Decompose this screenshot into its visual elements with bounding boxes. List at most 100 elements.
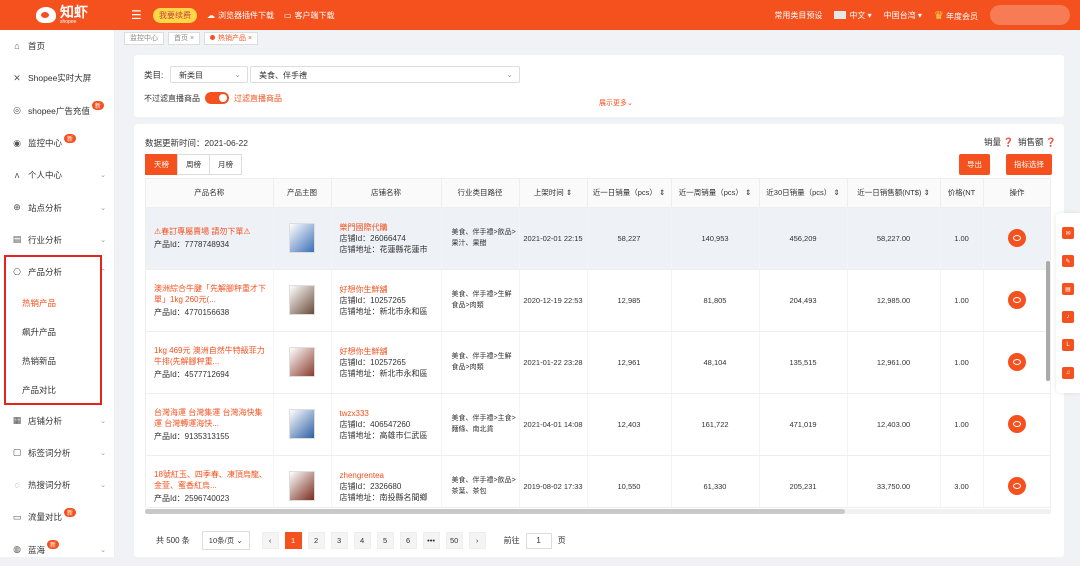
horizontal-scrollbar[interactable] bbox=[145, 509, 1051, 514]
page-unit-label: 页 bbox=[557, 536, 566, 545]
sort-icon[interactable]: ⇕ bbox=[745, 188, 751, 197]
export-button[interactable]: 导出 bbox=[959, 154, 990, 175]
sidebar-item-label: shopee广告充值 bbox=[28, 105, 90, 116]
live-filter-toggle[interactable] bbox=[205, 92, 229, 104]
view-detail-icon[interactable] bbox=[1008, 291, 1026, 309]
language-select[interactable]: 中文 ▾ bbox=[834, 10, 872, 21]
category-type-select[interactable]: 新类目 ⌄ bbox=[170, 66, 248, 83]
shop-name-link[interactable]: 好想你生鮮舖 bbox=[340, 284, 441, 295]
page-button[interactable]: 3 bbox=[330, 532, 348, 549]
chat-icon[interactable]: ✉ bbox=[1062, 227, 1074, 239]
category-value-select[interactable]: 美食、伴手禮 ⌄ bbox=[250, 66, 520, 83]
product-name-link[interactable]: 1kg 469元 澳洲自然牛特級菲力牛排(先解腳秤重... bbox=[154, 345, 269, 367]
menu-toggle-icon[interactable]: ☰ bbox=[131, 8, 145, 22]
sidebar-item-site-analysis[interactable]: ⊕ 站点分析 ⌄ bbox=[0, 191, 114, 223]
sidebar-item-tag-analysis[interactable]: ▢ 标签词分析 ⌄ bbox=[0, 437, 114, 469]
page-size-select[interactable]: 10条/页 ⌄ bbox=[201, 531, 250, 550]
col-listed-time[interactable]: 上架时间 ⇕ bbox=[519, 179, 588, 208]
prev-page-button[interactable]: ‹ bbox=[261, 532, 279, 549]
show-more-link[interactable]: 展示更多⌄ bbox=[599, 98, 633, 108]
col-daily-sales[interactable]: 近一日销量（pcs） ⇕ bbox=[587, 179, 672, 208]
view-detail-icon[interactable] bbox=[1008, 229, 1026, 247]
col-weekly-sales[interactable]: 近一周销量（pcs） ⇕ bbox=[671, 179, 760, 208]
col-price: 价格(NT bbox=[940, 179, 984, 208]
page-button[interactable]: 5 bbox=[376, 532, 394, 549]
page-button[interactable]: 6 bbox=[399, 532, 417, 549]
product-thumbnail[interactable] bbox=[289, 347, 315, 377]
edit-icon[interactable]: ✎ bbox=[1062, 255, 1074, 267]
sidebar-item-industry-analysis[interactable]: ▤ 行业分析 ⌄ bbox=[0, 224, 114, 256]
client-download-link[interactable]: ▭ 客户端下载 bbox=[284, 10, 335, 21]
product-name-link[interactable]: 18號紅玉、四季春、凍頂烏龍、金萱、蜜香紅烏... bbox=[154, 469, 269, 491]
shop-id: 店铺Id：10257265 bbox=[339, 295, 406, 305]
crumb-tab-hot-products[interactable]: 热销产品 × bbox=[204, 31, 259, 45]
sidebar-item-blue-ocean[interactable]: ◍ 蓝海新 ⌄ bbox=[0, 534, 114, 566]
sales-volume-metric[interactable]: 销量 ❓ bbox=[984, 136, 1014, 148]
tab-weekly[interactable]: 周榜 bbox=[177, 154, 210, 175]
col-monthly-sales[interactable]: 近30日销量（pcs） ⇕ bbox=[759, 179, 848, 208]
sort-icon[interactable]: ⇕ bbox=[566, 188, 572, 197]
shop-name-link[interactable]: 好想你生鮮舖 bbox=[340, 346, 441, 357]
table-row[interactable]: 18號紅玉、四季春、凍頂烏龍、金萱、蜜香紅烏... 产品Id：2596740023… bbox=[146, 455, 1050, 507]
user-account[interactable] bbox=[990, 5, 1070, 25]
crumb-tab-home[interactable]: 首页 × bbox=[168, 31, 201, 45]
renew-button[interactable]: 我要续费 bbox=[153, 7, 197, 23]
tab-daily[interactable]: 天榜 bbox=[145, 154, 178, 175]
sidebar-item-personal[interactable]: ʌ 个人中心 ⌄ bbox=[0, 159, 114, 191]
sort-icon[interactable]: ⇕ bbox=[833, 188, 839, 197]
sidebar-item-ad-recharge[interactable]: ◎ shopee广告充值新 bbox=[0, 95, 114, 127]
page-button[interactable]: 1 bbox=[284, 532, 302, 549]
sidebar-item-traffic-compare[interactable]: ▭ 流量对比新 bbox=[0, 501, 114, 533]
bell-icon[interactable]: ♪ bbox=[1062, 311, 1074, 323]
product-thumbnail[interactable] bbox=[289, 285, 315, 315]
shop-name-link[interactable]: zhengrentea bbox=[340, 470, 441, 481]
language-label: 中文 bbox=[849, 10, 866, 20]
monthly-sales-cell: 135,515 bbox=[759, 331, 848, 394]
sidebar-item-home[interactable]: ⌂ 首页 bbox=[0, 30, 114, 62]
page-size-value: 10条/页 bbox=[208, 536, 235, 545]
shop-name-link[interactable]: twzx333 bbox=[340, 408, 441, 419]
sidebar-item-hot-search[interactable]: ◌ 热搜词分析 ⌄ bbox=[0, 469, 114, 501]
region-select[interactable]: 中国台湾 ▾ bbox=[884, 10, 922, 21]
view-detail-icon[interactable] bbox=[1008, 353, 1026, 371]
vertical-scrollbar[interactable] bbox=[1046, 261, 1050, 381]
page-button[interactable]: 2 bbox=[307, 532, 325, 549]
crumb-tab-monitor[interactable]: 监控中心 bbox=[124, 31, 164, 45]
scroll-thumb[interactable] bbox=[145, 509, 845, 514]
line-icon[interactable]: L bbox=[1062, 339, 1074, 351]
sidebar-item-monitor[interactable]: ◉ 监控中心新 bbox=[0, 127, 114, 159]
table-row[interactable]: ⚠春訂專屬賣場 請勿下單⚠ 产品Id：7778748934 樂門國際代購 店铺Id：2… bbox=[146, 207, 1050, 270]
product-name-link[interactable]: 台灣海運 台灣集運 台灣海快集運 台灣轉運海快... bbox=[154, 407, 269, 429]
col-daily-revenue[interactable]: 近一日销售额(NT$) ⇕ bbox=[847, 179, 941, 208]
product-name-link[interactable]: ⚠春訂專屬賣場 請勿下單⚠ bbox=[154, 226, 269, 237]
sort-icon[interactable]: ⇕ bbox=[923, 188, 929, 197]
logo[interactable]: 知虾 shopee bbox=[0, 5, 115, 25]
product-thumbnail[interactable] bbox=[289, 409, 315, 439]
tab-monthly[interactable]: 月榜 bbox=[209, 154, 242, 175]
table-row[interactable]: 澳洲綜合牛腱「先解腳秤重才下單」1kg 260元(... 产品Id：4770156… bbox=[146, 269, 1050, 332]
shop-name-link[interactable]: 樂門國際代購 bbox=[340, 222, 441, 233]
view-detail-icon[interactable] bbox=[1008, 477, 1026, 495]
page-ellipsis[interactable]: ••• bbox=[422, 532, 440, 549]
page-button[interactable]: 4 bbox=[353, 532, 371, 549]
chevron-down-icon: ⌄ bbox=[100, 172, 106, 180]
sales-amount-metric[interactable]: 销售额 ❓ bbox=[1018, 136, 1056, 148]
notification-icon[interactable]: ♫ bbox=[1062, 367, 1074, 379]
sidebar-item-shop-analysis[interactable]: ▦ 店铺分析 ⌄ bbox=[0, 404, 114, 436]
sidebar-item-realtime-screen[interactable]: ✕ Shopee实时大屏 bbox=[0, 62, 114, 94]
message-icon[interactable]: ▤ bbox=[1062, 283, 1074, 295]
table-row[interactable]: 1kg 469元 澳洲自然牛特級菲力牛排(先解腳秤重... 产品Id：457771… bbox=[146, 331, 1050, 394]
sort-icon[interactable]: ⇕ bbox=[659, 188, 665, 197]
indicator-select-button[interactable]: 指标选择 bbox=[1006, 154, 1052, 175]
next-page-button[interactable]: › bbox=[468, 532, 486, 549]
table-row[interactable]: 台灣海運 台灣集運 台灣海快集運 台灣轉運海快... 产品Id：913531315… bbox=[146, 393, 1050, 456]
goto-page-input[interactable]: 1 bbox=[525, 532, 552, 549]
product-thumbnail[interactable] bbox=[289, 471, 315, 501]
view-detail-icon[interactable] bbox=[1008, 415, 1026, 433]
category-preset-link[interactable]: 常用类目预设 bbox=[774, 10, 822, 21]
page-button[interactable]: 50 bbox=[445, 532, 463, 549]
plugin-download-link[interactable]: ☁ 浏览器插件下载 bbox=[207, 10, 274, 21]
product-name-link[interactable]: 澳洲綜合牛腱「先解腳秤重才下單」1kg 260元(... bbox=[154, 283, 269, 305]
product-thumbnail[interactable] bbox=[289, 223, 315, 253]
membership-link[interactable]: ♛ 年度会员 bbox=[934, 9, 978, 22]
